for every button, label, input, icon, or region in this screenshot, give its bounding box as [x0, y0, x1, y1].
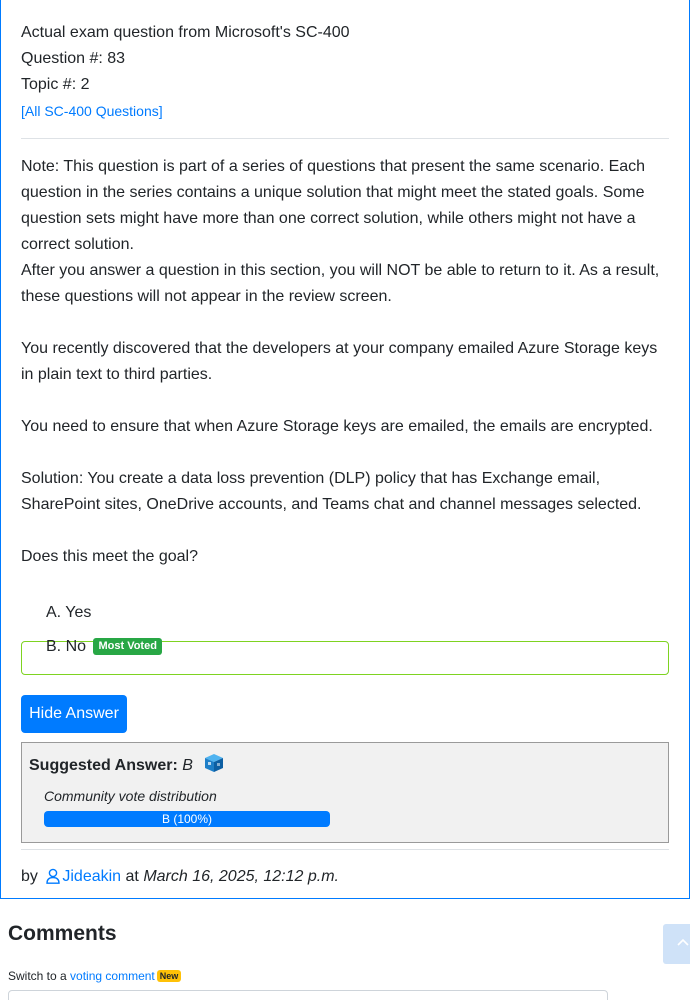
user-icon: [46, 868, 61, 891]
choice-label: A. Yes: [46, 604, 92, 621]
comment-input[interactable]: [8, 990, 608, 1000]
choice-a[interactable]: A. Yes: [46, 600, 91, 626]
byline: by Jideakin at March 16, 2025, 12:12 p.m…: [21, 866, 339, 891]
byline-at: at: [125, 868, 139, 885]
byline-prefix: by: [21, 868, 38, 885]
question-paragraph: After you answer a question in this sect…: [21, 262, 660, 305]
question-paragraph: Does this meet the goal?: [21, 548, 198, 565]
question-paragraph: You need to ensure that when Azure Stora…: [21, 418, 653, 435]
post-date: March 16, 2025, 12:12 p.m.: [143, 868, 339, 885]
vote-distribution-label: Community vote distribution: [44, 788, 217, 804]
most-voted-badge: Most Voted: [93, 638, 162, 655]
suggested-answer: Suggested Answer: B: [29, 753, 225, 778]
switch-prefix: Switch to a: [8, 969, 67, 983]
author-link[interactable]: Jideakin: [62, 868, 121, 885]
choice-label: B. No: [46, 638, 87, 655]
exam-source: Actual exam question from Microsoft's SC…: [21, 24, 350, 41]
suggested-answer-value: B: [182, 757, 193, 774]
divider: [21, 138, 669, 139]
vote-distribution-fill: B (100%): [44, 811, 330, 827]
voting-comment-link[interactable]: voting comment: [70, 969, 155, 983]
voting-switch: Switch to a voting comment New: [8, 969, 182, 983]
question-paragraph: Note: This question is part of a series …: [21, 158, 646, 253]
divider: [21, 849, 669, 850]
all-questions-link[interactable]: [All SC-400 Questions]: [21, 103, 163, 119]
topic-number: Topic #: 2: [21, 76, 90, 93]
question-number: Question #: 83: [21, 50, 126, 67]
scroll-to-top-button[interactable]: [663, 924, 690, 964]
question-paragraph: Solution: You create a data loss prevent…: [21, 470, 642, 513]
question-meta: Actual exam question from Microsoft's SC…: [21, 20, 350, 124]
suggested-answer-panel: Suggested Answer: B Community vote distr…: [21, 742, 669, 843]
new-badge: New: [156, 970, 182, 982]
question-paragraph: You recently discovered that the develop…: [21, 340, 658, 383]
chevron-up-icon: [677, 938, 689, 946]
hide-answer-button[interactable]: Hide Answer: [21, 695, 127, 733]
cube-icon[interactable]: [203, 753, 225, 778]
vote-distribution-bar: B (100%): [44, 811, 330, 827]
suggested-answer-label: Suggested Answer:: [29, 757, 178, 774]
comments-title: Comments: [8, 922, 117, 945]
choice-b[interactable]: B. No Most Voted: [46, 634, 162, 660]
